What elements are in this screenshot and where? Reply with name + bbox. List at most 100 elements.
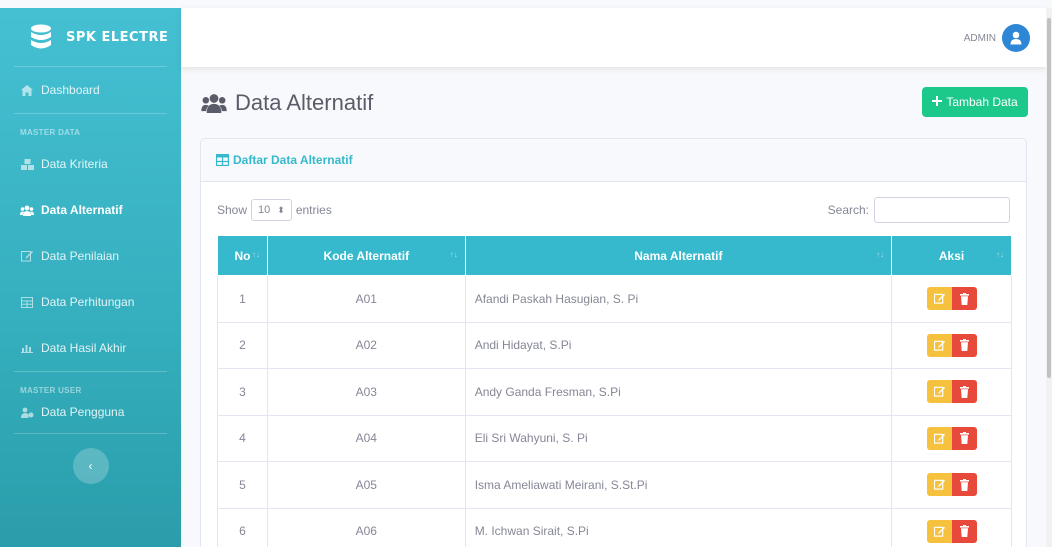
trash-icon — [959, 385, 969, 398]
search-input[interactable] — [874, 197, 1010, 223]
entries-label: entries — [295, 203, 332, 217]
edit-button[interactable] — [926, 333, 952, 357]
delete-button[interactable] — [951, 473, 977, 497]
cell-kode: A03 — [266, 368, 466, 416]
users-icon — [20, 205, 34, 216]
cell-aksi — [891, 368, 1012, 416]
edit-icon — [933, 480, 945, 490]
brand-name: SPK ELECTRE — [66, 29, 169, 45]
sidebar-item-data-kriteria[interactable]: Data Kriteria — [0, 141, 181, 187]
column-header-nama[interactable]: Nama Alternatif ↑↓ — [464, 235, 893, 276]
sidebar-item-label: Data Kriteria — [41, 157, 108, 171]
column-header-kode[interactable]: Kode Alternatif ↑↓ — [266, 235, 466, 276]
sort-icon: ↑↓ — [996, 250, 1004, 259]
sidebar-divider — [14, 433, 167, 434]
entries-value: 10 — [258, 204, 271, 216]
sort-icon: ↑↓ — [449, 250, 458, 259]
column-header-label: Aksi — [938, 248, 965, 263]
cubes-icon — [20, 158, 34, 170]
sidebar-item-data-perhitungan[interactable]: Data Perhitungan — [0, 279, 181, 325]
sidebar-item-data-alternatif[interactable]: Data Alternatif — [0, 187, 181, 233]
trash-icon — [959, 339, 969, 352]
sidebar-item-data-penilaian[interactable]: Data Penilaian — [0, 233, 181, 279]
delete-button[interactable] — [951, 519, 977, 543]
entries-select[interactable]: 10 ⬍ — [251, 199, 292, 221]
edit-icon — [933, 433, 945, 444]
action-group — [926, 426, 977, 450]
table-icon — [20, 296, 34, 308]
search-label: Search: — [827, 203, 869, 217]
column-header-label: Kode Alternatif — [323, 248, 410, 263]
trash-icon — [959, 292, 969, 305]
action-group — [926, 380, 977, 404]
edit-icon — [933, 526, 945, 537]
delete-button[interactable] — [951, 287, 977, 311]
username: ADMIN — [963, 32, 996, 44]
action-group — [926, 473, 977, 497]
sidebar-heading: MASTER DATA — [20, 128, 81, 137]
card-header: Daftar Data Alternatif — [201, 139, 1026, 182]
action-group — [926, 519, 977, 543]
show-label: Show — [217, 203, 248, 217]
delete-button[interactable] — [951, 380, 977, 404]
user-menu[interactable]: ADMIN — [964, 24, 1030, 52]
cell-nama: Isma Ameliawati Meirani, S.St.Pi — [464, 461, 893, 509]
page-title: Data Alternatif — [200, 90, 373, 116]
column-header-label: No — [234, 248, 251, 263]
cell-nama: Andi Hidayat, S.Pi — [464, 321, 893, 369]
cell-kode: A02 — [266, 321, 466, 369]
trash-icon — [959, 478, 969, 491]
cell-aksi — [891, 414, 1012, 462]
brand[interactable]: SPK ELECTRE — [0, 8, 181, 66]
edit-button[interactable] — [926, 519, 952, 543]
cell-aksi — [891, 461, 1012, 509]
action-group — [926, 333, 977, 357]
sidebar-item-data-pengguna[interactable]: Data Pengguna — [0, 395, 181, 429]
sidebar-item-data-hasil-akhir[interactable]: Data Hasil Akhir — [0, 325, 181, 371]
chart-bar-icon — [20, 343, 34, 353]
sidebar-item-label: Data Pengguna — [41, 405, 125, 419]
users-icon — [200, 93, 228, 113]
table-row: 1 A01 Afandi Paskah Hasugian, S. Pi — [217, 275, 1012, 323]
table-icon — [216, 154, 229, 166]
cell-no: 2 — [217, 321, 268, 369]
sort-caret-icon: ⬍ — [277, 204, 285, 215]
table-row: 3 A03 Andy Ganda Fresman, S.Pi — [217, 368, 1012, 416]
delete-button[interactable] — [951, 426, 977, 450]
edit-button[interactable] — [926, 426, 952, 450]
edit-icon — [20, 250, 34, 262]
sidebar-item-label: Data Hasil Akhir — [41, 341, 127, 355]
delete-button[interactable] — [951, 333, 977, 357]
add-data-button[interactable]: Tambah Data — [922, 87, 1028, 117]
cell-no: 3 — [217, 368, 268, 416]
database-icon — [30, 23, 54, 51]
table-row: 6 A06 M. Ichwan Sirait, S.Pi — [217, 507, 1012, 547]
add-data-label: Tambah Data — [946, 95, 1018, 109]
sidebar-item-dashboard[interactable]: Dashboard — [0, 67, 181, 113]
cell-kode: A04 — [266, 414, 466, 462]
table-row: 5 A05 Isma Ameliawati Meirani, S.St.Pi — [217, 461, 1012, 509]
column-header-aksi[interactable]: Aksi ↑↓ — [891, 235, 1012, 276]
sidebar-item-label: Data Penilaian — [41, 249, 120, 263]
entries-control: Show 10 ⬍ entries — [217, 199, 332, 221]
cell-nama: M. Ichwan Sirait, S.Pi — [464, 507, 893, 547]
edit-button[interactable] — [926, 380, 952, 404]
cell-aksi — [891, 507, 1012, 547]
page-title-text: Data Alternatif — [235, 90, 374, 115]
search-control: Search: — [828, 197, 1010, 223]
chevron-left-icon: ‹ — [88, 459, 93, 473]
cell-no: 5 — [217, 461, 268, 509]
cell-no: 1 — [217, 275, 268, 323]
user-icon — [1002, 24, 1030, 52]
card-title: Daftar Data Alternatif — [233, 153, 353, 167]
sidebar-toggle-button[interactable]: ‹ — [72, 448, 109, 484]
trash-icon — [959, 525, 969, 538]
edit-button[interactable] — [926, 287, 952, 311]
table-row: 4 A04 Eli Sri Wahyuni, S. Pi — [217, 414, 1012, 462]
page-scrollbar[interactable] — [1046, 8, 1052, 547]
edit-button[interactable] — [926, 473, 952, 497]
column-header-label: Nama Alternatif — [634, 248, 723, 263]
cell-aksi — [891, 321, 1012, 369]
scrollbar-thumb[interactable] — [1047, 18, 1051, 378]
column-header-no[interactable]: No ↑↓ — [217, 235, 268, 276]
